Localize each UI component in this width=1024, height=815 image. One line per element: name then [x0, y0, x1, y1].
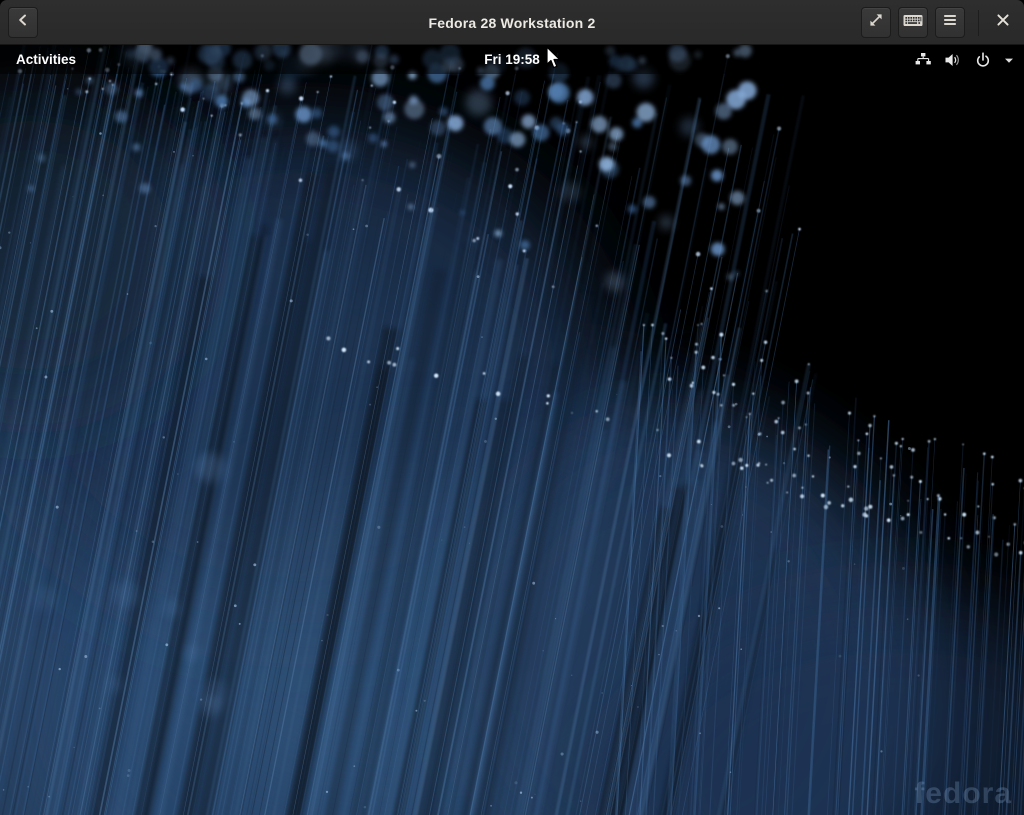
chevron-down-icon: [1004, 56, 1014, 64]
titlebar: Fedora 28 Workstation 2: [0, 0, 1024, 45]
guest-desktop: Activities Fri 19:58: [0, 45, 1024, 815]
clock-label[interactable]: Fri 19:58: [478, 52, 546, 67]
back-button[interactable]: [8, 7, 38, 38]
hamburger-menu-icon: [941, 11, 959, 34]
gnome-top-bar: Activities Fri 19:58: [0, 45, 1024, 74]
fullscreen-arrows-icon: [866, 10, 886, 35]
fedora-watermark: fedora: [914, 777, 1012, 811]
menu-button[interactable]: [935, 7, 965, 38]
close-icon: [995, 12, 1011, 33]
desktop-wallpaper: [0, 45, 1024, 815]
vm-viewer-window: Fedora 28 Workstation 2: [0, 0, 1024, 815]
close-button[interactable]: [990, 7, 1016, 38]
system-tray[interactable]: [915, 45, 1014, 74]
keyboard-button[interactable]: [898, 7, 928, 38]
keyboard-icon: [902, 12, 924, 34]
chevron-left-icon: [14, 11, 32, 34]
clock-area: Fri 19:58: [0, 52, 1024, 67]
wired-network-icon: [915, 52, 931, 67]
fullscreen-button[interactable]: [861, 7, 891, 38]
titlebar-controls: [861, 7, 1016, 38]
volume-icon: [944, 52, 962, 68]
titlebar-separator: [978, 10, 979, 36]
activities-button[interactable]: Activities: [12, 52, 80, 67]
power-icon: [975, 52, 991, 68]
